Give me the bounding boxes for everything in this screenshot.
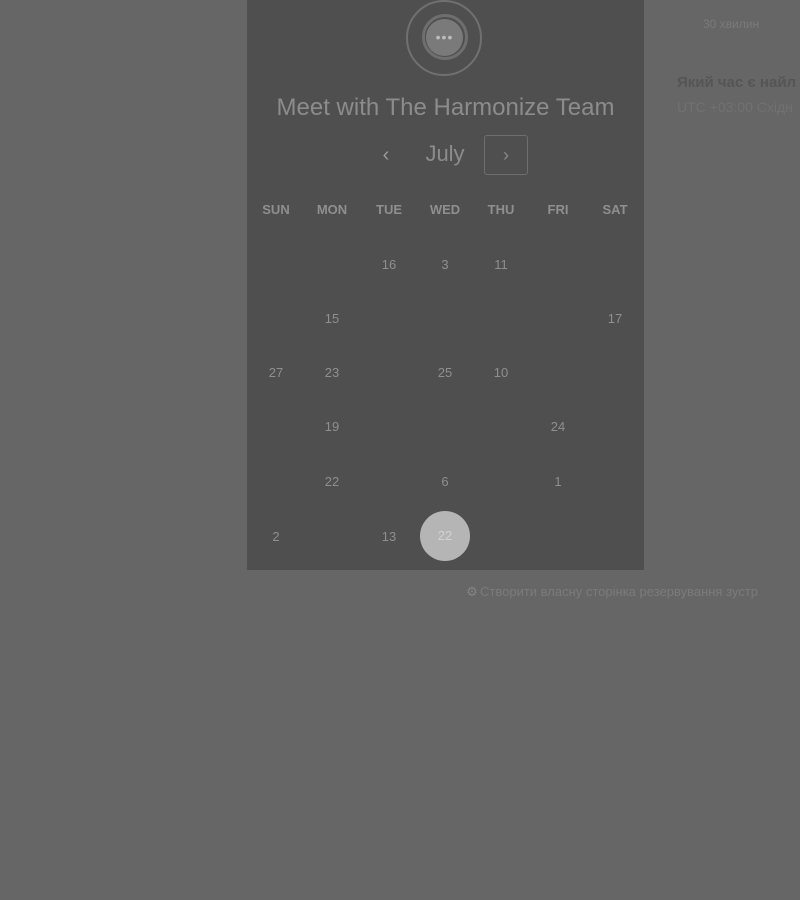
footer-link-text: Створити власну сторінка резервування зу… [480,584,758,599]
weekday-sat: SAT [602,202,628,217]
calendar-day[interactable]: 22 [304,474,360,489]
logo-dots: ••• [435,29,454,45]
selected-day[interactable]: 22 [420,511,470,561]
month-label: July [425,141,465,166]
calendar-day[interactable]: 15 [304,311,360,326]
calendar-day[interactable]: 25 [417,365,473,380]
hubspot-sprocket-icon: ⚙ [466,584,478,599]
prev-month-button[interactable]: ‹ [375,142,397,168]
calendar-day[interactable]: 1 [530,474,586,489]
meeting-title: Meet with The Harmonize Team [276,94,615,121]
weekday-wed: WED [429,202,461,217]
calendar-day[interactable]: 6 [417,474,473,489]
duration-label: 30 хвилин [703,17,760,31]
page: ••• Meet with The Harmonize Team ‹ July … [0,0,800,900]
calendar-day[interactable]: 3 [417,257,473,272]
time-question-heading: Який час є найл [677,74,797,91]
booking-card: ••• Meet with The Harmonize Team ‹ July … [247,0,644,570]
calendar-day[interactable]: 13 [361,529,417,544]
viewport: ••• Meet with The Harmonize Team ‹ July … [0,0,800,900]
calendar-day[interactable]: 11 [473,257,529,272]
calendar-day[interactable]: 24 [530,419,586,434]
calendar-day[interactable]: 16 [361,257,417,272]
calendar-day[interactable]: 10 [473,365,529,380]
timezone-selector[interactable]: UTC +03:00 Східн [677,99,793,115]
next-month-button[interactable]: › [484,135,528,175]
calendar-day[interactable]: 19 [304,419,360,434]
weekday-mon: MON [316,202,348,217]
calendar-day[interactable]: 27 [248,365,304,380]
weekday-tue: TUE [376,202,402,217]
calendar-day[interactable]: 23 [304,365,360,380]
calendar-day[interactable]: 17 [587,311,643,326]
weekday-thu: THU [487,202,515,217]
calendar-day[interactable]: 2 [248,529,304,544]
create-booking-page-link[interactable]: ⚙ Створити власну сторінка резервування з… [464,584,758,600]
weekday-sun: SUN [262,202,290,217]
weekday-fri: FRI [547,202,569,217]
